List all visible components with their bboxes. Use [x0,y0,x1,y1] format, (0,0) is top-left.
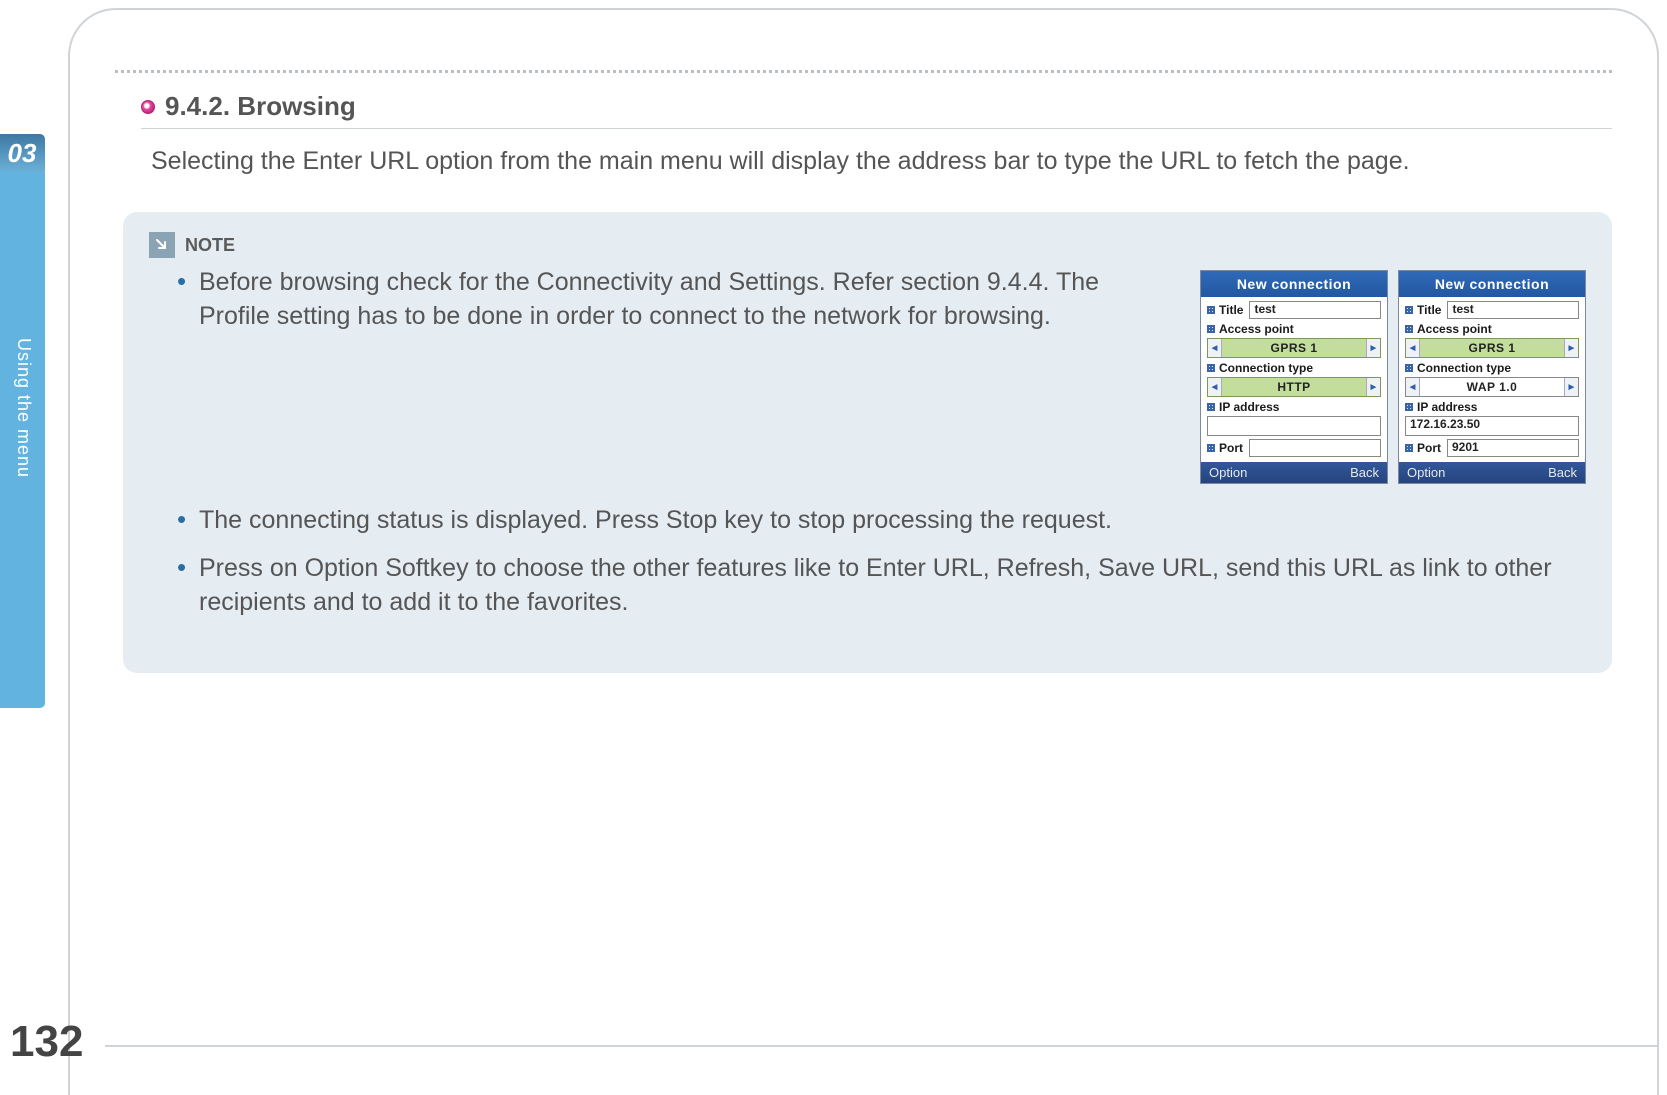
note-bullet-2: The connecting status is displayed. Pres… [177,504,1586,538]
chevron-right-icon[interactable]: ► [1564,378,1578,396]
port-field[interactable]: 9201 [1447,439,1579,457]
access-point-value: GPRS 1 [1420,339,1564,357]
section-rule [141,128,1612,129]
chevron-left-icon[interactable]: ◄ [1406,339,1420,357]
title-field[interactable]: test [1447,301,1579,319]
page-frame: 9.4.2. Browsing Selecting the Enter URL … [68,8,1659,1095]
connection-type-value: HTTP [1222,378,1366,396]
chevron-left-icon[interactable]: ◄ [1406,378,1420,396]
softkey-back[interactable]: Back [1548,465,1577,480]
field-label-port: Port [1405,441,1441,455]
softkey-back[interactable]: Back [1350,465,1379,480]
field-label-access-point: Access point [1207,322,1381,336]
access-point-value: GPRS 1 [1222,339,1366,357]
section-title: 9.4.2. Browsing [165,91,356,122]
chevron-right-icon[interactable]: ► [1564,339,1578,357]
note-box: NOTE Before browsing check for the Conne… [123,212,1612,673]
field-label-port: Port [1207,441,1243,455]
arrow-down-right-icon [149,232,175,258]
connection-type-value: WAP 1.0 [1420,378,1564,396]
note-bullet-3: Press on Option Softkey to choose the ot… [177,552,1586,620]
chevron-right-icon[interactable]: ► [1366,339,1380,357]
bullet-icon [141,100,155,114]
field-label-ip: IP address [1405,400,1579,414]
intro-text: Selecting the Enter URL option from the … [115,147,1612,176]
chapter-badge: 03 [0,134,45,172]
title-field[interactable]: test [1249,301,1381,319]
field-label-conn-type: Connection type [1207,361,1381,375]
chevron-left-icon[interactable]: ◄ [1208,378,1222,396]
phone-screenshot-1: New connection Title test Access point ◄… [1200,270,1388,484]
dotted-rule [115,70,1612,73]
phone-screenshot-2: New connection Title test Access point ◄… [1398,270,1586,484]
chevron-right-icon[interactable]: ► [1366,378,1380,396]
access-point-selector[interactable]: ◄ GPRS 1 ► [1405,338,1579,358]
field-label-title: Title [1207,303,1243,317]
note-heading: NOTE [149,232,1586,258]
footer-rule [105,1045,1659,1047]
field-label-ip: IP address [1207,400,1381,414]
softkey-option[interactable]: Option [1209,465,1247,480]
ip-field[interactable]: 172.16.23.50 [1405,416,1579,436]
softkey-option[interactable]: Option [1407,465,1445,480]
field-label-title: Title [1405,303,1441,317]
page-number: 132 [10,1017,83,1067]
ip-field[interactable] [1207,416,1381,436]
note-label: NOTE [185,235,235,256]
field-label-conn-type: Connection type [1405,361,1579,375]
phone-header: New connection [1201,271,1387,297]
section-heading: 9.4.2. Browsing [115,91,1612,122]
phone-header: New connection [1399,271,1585,297]
sidebar-title: Using the menu [13,338,34,478]
access-point-selector[interactable]: ◄ GPRS 1 ► [1207,338,1381,358]
sidebar: 03 Using the menu [0,168,45,708]
note-bullet-1: Before browsing check for the Connectivi… [177,266,1176,334]
chevron-left-icon[interactable]: ◄ [1208,339,1222,357]
field-label-access-point: Access point [1405,322,1579,336]
port-field[interactable] [1249,439,1381,457]
connection-type-selector[interactable]: ◄ WAP 1.0 ► [1405,377,1579,397]
connection-type-selector[interactable]: ◄ HTTP ► [1207,377,1381,397]
screenshots: New connection Title test Access point ◄… [1200,266,1586,484]
